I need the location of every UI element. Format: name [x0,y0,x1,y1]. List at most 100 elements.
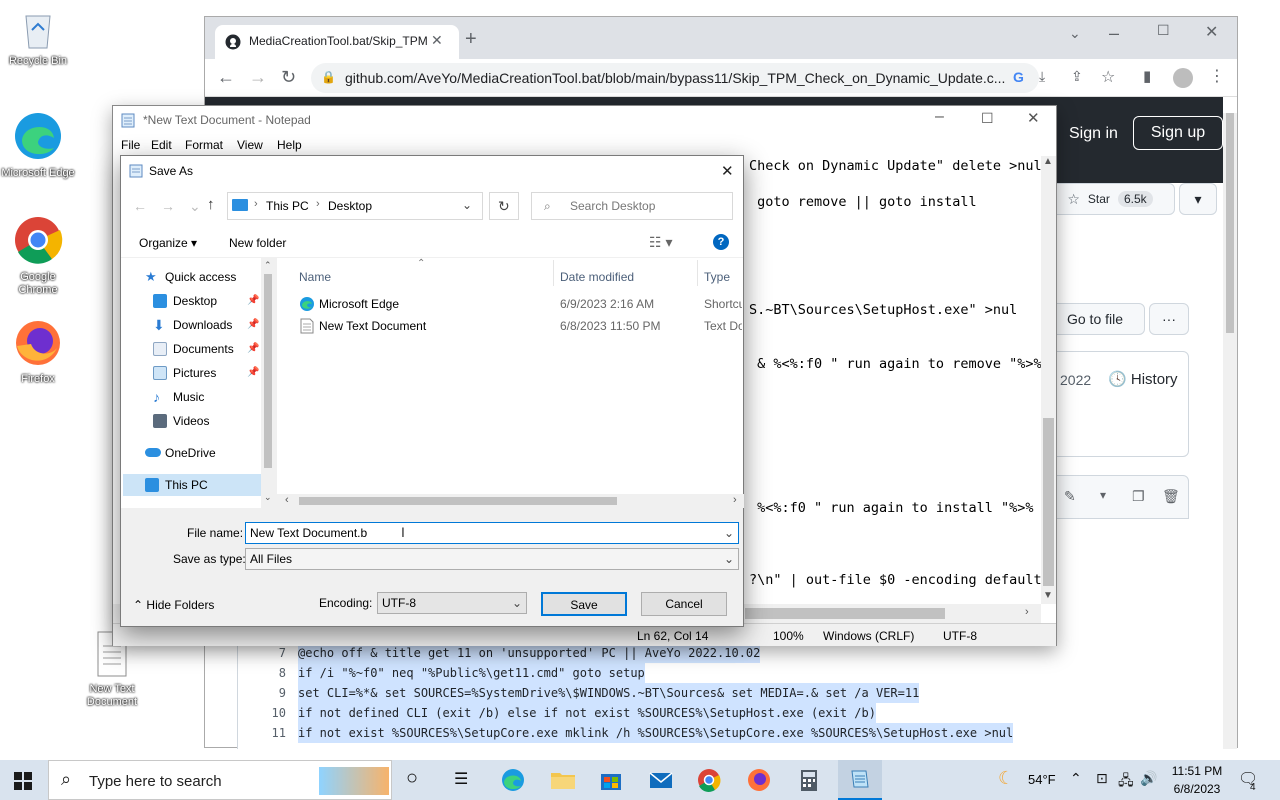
new-tab-icon[interactable]: + [465,29,477,49]
scroll-down-icon[interactable]: ▼ [1043,590,1053,601]
more-options-button[interactable]: ··· [1149,303,1189,335]
maximize-icon[interactable]: ☐ [1157,22,1170,39]
share-icon[interactable]: ⇪ [1071,68,1083,85]
menu-edit[interactable]: Edit [151,138,172,152]
network-icon[interactable]: 🖧 [1118,770,1134,794]
recent-locations-icon[interactable]: ⌄ [189,198,201,215]
scrollbar-thumb[interactable] [299,497,617,505]
menu-view[interactable]: View [237,138,263,152]
page-scrollbar[interactable] [1223,113,1237,749]
back-icon[interactable]: ← [217,67,235,88]
chrome-taskbar-icon[interactable] [694,766,724,794]
copy-icon[interactable]: ❐ [1132,488,1145,505]
menu-help[interactable]: Help [277,138,302,152]
tray-overflow-icon[interactable]: ⌃ [1070,770,1082,787]
save-button[interactable]: Save [541,592,627,616]
menu-format[interactable]: Format [185,138,223,152]
weather-temp[interactable]: 54°F [1028,772,1056,787]
delete-icon[interactable]: 🗑 [1162,488,1180,505]
file-name-input[interactable]: New Text Document.b ⌄ [245,522,739,544]
view-options-icon[interactable]: ☷ ▾ [649,234,672,251]
browser-tab[interactable]: MediaCreationTool.bat/Skip_TPM ✕ [215,25,459,59]
maximize-icon[interactable]: ☐ [981,110,994,127]
encoding-select[interactable]: UTF-8 ⌄ [377,592,527,614]
cancel-button[interactable]: Cancel [641,592,727,616]
firefox-taskbar-icon[interactable] [744,766,774,794]
scroll-right-icon[interactable]: › [733,494,737,506]
file-name-dropdown-icon[interactable]: ⌄ [724,523,734,543]
menu-file[interactable]: File [121,138,140,152]
close-icon[interactable]: ✕ [1205,22,1218,42]
history-link[interactable]: 🕓 History [1108,370,1178,388]
desktop-icon-recycle-bin[interactable]: Recycle Bin [0,10,76,68]
desktop-icon-chrome[interactable]: Google Chrome [0,214,76,297]
profile-avatar[interactable] [1173,68,1193,88]
google-icon[interactable]: G [1013,69,1024,85]
path-breadcrumb[interactable]: › This PC › Desktop ⌄ [227,192,483,220]
minimize-icon[interactable]: – [1109,23,1119,44]
edit-dropdown-icon[interactable]: ▾ [1100,488,1106,502]
install-icon[interactable]: ⤓ [1039,68,1045,85]
close-tab-icon[interactable]: ✕ [431,32,443,49]
up-folder-icon[interactable]: ↑ [207,196,215,213]
url-field[interactable]: 🔒 github.com/AveYo/MediaCreationTool.bat… [311,63,1039,93]
edge-taskbar-icon[interactable] [498,766,528,794]
breadcrumb-this-pc[interactable]: This PC [266,199,309,213]
scrollbar-thumb[interactable] [745,608,945,619]
notepad-vertical-scrollbar[interactable]: ▲ ▼ [1041,156,1056,604]
column-name[interactable]: Name [299,270,331,284]
notepad-titlebar[interactable]: *New Text Document - Notepad – ☐ ✕ [113,106,1056,134]
go-to-file-button[interactable]: Go to file [1045,303,1145,335]
side-panel-icon[interactable]: ▮ [1143,67,1151,85]
windows-start-icon[interactable] [14,772,32,790]
store-icon[interactable] [596,766,626,794]
dialog-titlebar[interactable]: Save As ✕ [121,156,743,186]
scroll-right-icon[interactable]: › [1025,606,1029,618]
desktop-icon-firefox[interactable]: Firefox [0,318,76,386]
volume-icon[interactable]: 🔊 [1140,770,1157,787]
file-explorer-icon[interactable] [548,766,578,794]
reload-icon[interactable]: ↻ [281,67,296,88]
clock-date[interactable]: 6/8/2023 [1170,782,1224,796]
tab-search-icon[interactable]: ⌄ [1069,25,1081,42]
minimize-icon[interactable]: – [935,108,944,126]
save-type-select[interactable]: All Files ⌄ [245,548,739,570]
scrollbar-thumb[interactable] [1043,418,1054,586]
weather-icon[interactable]: ☾ [998,768,1014,789]
file-row[interactable]: Microsoft Edge 6/9/2023 2:16 AM Shortcut [297,294,743,314]
close-icon[interactable]: ✕ [1027,109,1040,127]
close-icon[interactable]: ✕ [721,162,734,180]
new-folder-button[interactable]: New folder [229,236,286,250]
forward-icon[interactable]: → [249,67,267,88]
scroll-down-icon[interactable]: ⌄ [264,492,272,503]
bookmark-star-icon[interactable]: ☆ [1101,67,1115,87]
scroll-left-icon[interactable]: ‹ [285,494,289,506]
star-button[interactable]: ☆ Star 6.5k [1045,183,1175,215]
file-row[interactable]: New Text Document 6/8/2023 11:50 PM Text… [297,316,743,336]
search-desktop-field[interactable]: ⌕ Search Desktop [531,192,733,220]
sign-in-link[interactable]: Sign in [1069,125,1118,143]
scrollbar-thumb[interactable] [1226,113,1234,333]
clock-time[interactable]: 11:51 PM [1170,764,1224,778]
forward-icon[interactable]: → [161,198,175,214]
calculator-icon[interactable] [794,766,824,794]
scrollbar-thumb[interactable] [264,274,272,468]
path-dropdown-icon[interactable]: ⌄ [462,198,472,212]
organize-button[interactable]: Organize ▾ [139,236,197,250]
meet-now-icon[interactable]: ⊡ [1096,770,1108,787]
mail-icon[interactable] [646,766,676,794]
help-icon[interactable]: ? [713,234,729,250]
edit-icon[interactable]: ✎ [1064,488,1076,505]
widgets-icon[interactable]: ☰ [454,769,468,789]
nav-scrollbar[interactable]: ⌃ ⌄ [261,258,275,508]
taskbar-search[interactable]: ⌕ Type here to search [48,760,392,800]
breadcrumb-desktop[interactable]: Desktop [328,199,372,213]
back-icon[interactable]: ← [133,198,147,214]
scroll-up-icon[interactable]: ⌃ [264,260,272,271]
file-horizontal-scrollbar[interactable]: ‹ › [277,494,744,508]
hide-folders-button[interactable]: ⌃ Hide Folders [133,598,214,612]
desktop-icon-edge[interactable]: Microsoft Edge [0,110,76,180]
star-dropdown[interactable]: ▾ [1179,183,1217,215]
scroll-up-icon[interactable]: ▲ [1043,156,1053,167]
column-date-modified[interactable]: Date modified [560,270,634,284]
